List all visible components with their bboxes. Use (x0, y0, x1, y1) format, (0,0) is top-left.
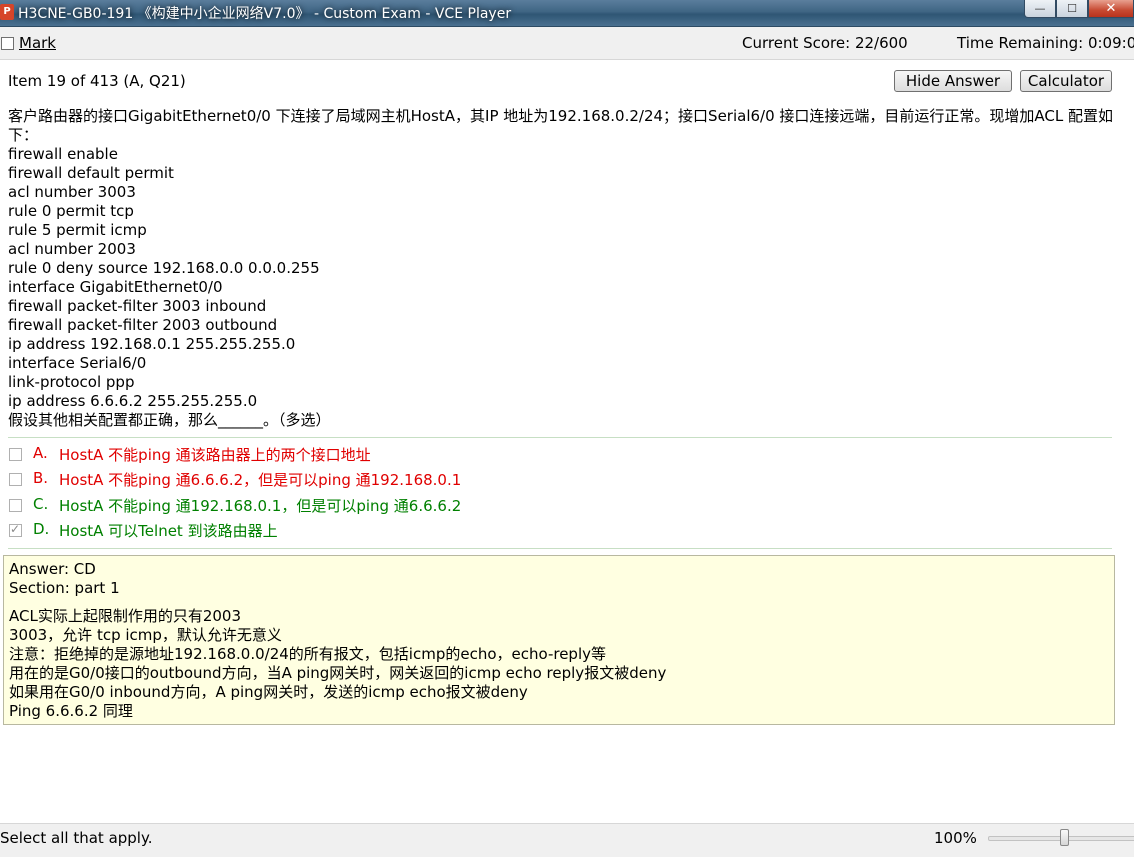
config-line: interface Serial6/0 (8, 354, 147, 372)
option-text: HostA 不能ping 通192.168.0.1，但是可以ping 通6.6.… (59, 497, 462, 515)
answer-option[interactable]: D. HostA 可以Telnet 到该路由器上 (8, 519, 708, 541)
option-checkbox[interactable] (9, 473, 22, 486)
answer-panel: Answer: CD Section: part 1 ACL实际上起限制作用的只… (3, 555, 1115, 725)
section-line: Section: part 1 (9, 579, 120, 597)
answer-option[interactable]: A. HostA 不能ping 通该路由器上的两个接口地址 (8, 443, 708, 465)
status-bar: Select all that apply. 100% (0, 823, 1134, 857)
hide-answer-button[interactable]: Hide Answer (894, 70, 1012, 92)
answer-line: Answer: CD (9, 560, 96, 578)
app-icon: P (0, 4, 14, 20)
answer-option[interactable]: C. HostA 不能ping 通192.168.0.1，但是可以ping 通6.… (8, 494, 708, 516)
question-stem: 客户路由器的接口GigabitEthernet0/0 下连接了局域网主机Host… (8, 107, 1113, 144)
current-score: Current Score: 22/600 (742, 34, 908, 52)
config-line: link-protocol ppp (8, 373, 135, 391)
option-text: HostA 可以Telnet 到该路由器上 (59, 522, 278, 540)
config-line: acl number 2003 (8, 240, 136, 258)
config-line: rule 0 permit tcp (8, 202, 134, 220)
option-letter: D. (33, 520, 50, 538)
explanation-line: 3003，允许 tcp icmp，默认允许无意义 (9, 626, 282, 644)
explanation-line: 注意：拒绝掉的是源地址192.168.0.0/24的所有报文，包括icmp的ec… (9, 645, 606, 663)
calculator-button[interactable]: Calculator (1020, 70, 1112, 92)
option-checkbox[interactable] (9, 522, 22, 537)
config-line: ip address 192.168.0.1 255.255.255.0 (8, 335, 296, 353)
config-line: firewall packet-filter 3003 inbound (8, 297, 267, 315)
explanation-line: Ping 6.6.6.2 同理 (9, 702, 133, 720)
config-line: interface GigabitEthernet0/0 (8, 278, 223, 296)
config-lines: firewall enable firewall default permit ac… (8, 145, 1116, 430)
mark-checkbox[interactable] (1, 37, 14, 50)
config-line: rule 0 deny source 192.168.0.0 0.0.0.255 (8, 259, 320, 277)
option-letter: B. (33, 469, 49, 487)
config-line: firewall default permit (8, 164, 174, 182)
close-button[interactable]: ✕ (1088, 0, 1134, 18)
explanation-line: 用在的是G0/0接口的outbound方向，当A ping网关时，网关返回的ic… (9, 664, 667, 682)
explanation-line: ACL实际上起限制作用的只有2003 (9, 607, 242, 625)
option-checkbox[interactable] (9, 448, 22, 461)
minimize-button[interactable]: — (1024, 0, 1056, 18)
option-letter: C. (33, 495, 49, 513)
mark-label[interactable]: Mark (19, 34, 56, 52)
option-text: HostA 不能ping 通该路由器上的两个接口地址 (59, 446, 371, 464)
answer-option[interactable]: B. HostA 不能ping 通6.6.6.2，但是可以ping 通192.16… (8, 468, 708, 490)
config-line: firewall enable (8, 145, 118, 163)
zoom-level: 100% (934, 829, 977, 847)
item-counter: Item 19 of 413 (A, Q21) (8, 72, 186, 90)
config-line: rule 5 permit icmp (8, 221, 147, 239)
zoom-slider-thumb[interactable] (1060, 829, 1069, 846)
option-text: HostA 不能ping 通6.6.6.2，但是可以ping 通192.168.… (59, 471, 462, 489)
config-line: ip address 6.6.6.2 255.255.255.0 (8, 392, 258, 410)
divider (8, 548, 1112, 549)
window-title: H3CNE-GB0-191 《构建中小企业网络V7.0》 - Custom Ex… (18, 6, 512, 22)
config-line: 假设其他相关配置都正确，那么______。（多选） (8, 411, 331, 429)
explanation: ACL实际上起限制作用的只有2003 3003，允许 tcp icmp，默认允许无… (9, 607, 1109, 721)
time-remaining: Time Remaining: 0:09:03 (957, 34, 1134, 52)
config-line: acl number 3003 (8, 183, 136, 201)
status-instruction: Select all that apply. (0, 829, 153, 847)
title-bar: P H3CNE-GB0-191 《构建中小企业网络V7.0》 - Custom … (0, 0, 1134, 27)
config-line: firewall packet-filter 2003 outbound (8, 316, 278, 334)
option-checkbox[interactable] (9, 499, 22, 512)
window-controls: — ☐ ✕ (1024, 0, 1134, 20)
divider (8, 437, 1112, 438)
question-body: 客户路由器的接口GigabitEthernet0/0 下连接了局域网主机Host… (8, 107, 1116, 430)
zoom-slider[interactable] (988, 829, 1134, 846)
option-letter: A. (33, 444, 48, 462)
mark-toolbar: Mark Current Score: 22/600 Time Remainin… (0, 27, 1134, 60)
explanation-line: 如果用在G0/0 inbound方向，A ping网关时，发送的icmp ech… (9, 683, 528, 701)
maximize-button[interactable]: ☐ (1056, 0, 1088, 18)
